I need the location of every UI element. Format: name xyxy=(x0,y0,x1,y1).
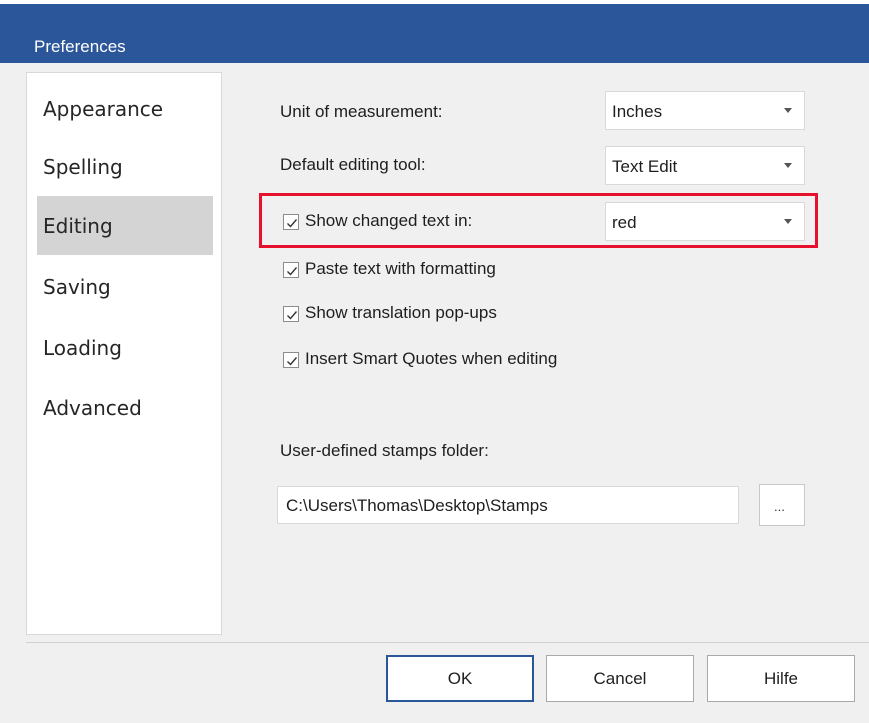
sidebar-item-label: Saving xyxy=(43,275,111,299)
chevron-down-icon xyxy=(784,163,792,168)
tool-select-value: Text Edit xyxy=(612,157,678,176)
browse-button-label: ... xyxy=(774,499,785,514)
sidebar-item-label: Loading xyxy=(43,336,122,360)
checkbox-checked[interactable] xyxy=(283,306,299,322)
footer-divider xyxy=(26,642,869,643)
stamps-folder-input[interactable]: C:\Users\Thomas\Desktop\Stamps xyxy=(277,486,739,524)
unit-label: Unit of measurement: xyxy=(280,102,443,121)
translation-popups-checkbox[interactable]: Show translation pop-ups xyxy=(283,303,583,327)
preferences-dialog: Preferences Appearance Spelling Editing … xyxy=(0,0,869,723)
sidebar-item-label: Advanced xyxy=(43,396,142,420)
checkmark-icon xyxy=(287,219,298,228)
changed-text-color-value: red xyxy=(612,213,637,232)
sidebar-item-loading[interactable]: Loading xyxy=(37,318,213,377)
stamps-folder-label: User-defined stamps folder: xyxy=(280,441,489,460)
smart-quotes-checkbox[interactable]: Insert Smart Quotes when editing xyxy=(283,349,643,373)
checkmark-icon xyxy=(287,357,298,366)
paste-formatting-label: Paste text with formatting xyxy=(305,259,496,278)
chevron-down-icon xyxy=(784,108,792,113)
ok-button[interactable]: OK xyxy=(386,655,534,702)
chevron-down-icon xyxy=(784,219,792,224)
tool-select[interactable]: Text Edit xyxy=(605,146,805,185)
checkbox-checked[interactable] xyxy=(283,352,299,368)
unit-select-value: Inches xyxy=(612,102,663,121)
sidebar-item-advanced[interactable]: Advanced xyxy=(37,378,213,437)
stamps-folder-value: C:\Users\Thomas\Desktop\Stamps xyxy=(286,496,548,515)
show-changed-text-label: Show changed text in: xyxy=(305,211,473,230)
changed-text-color-select[interactable]: red xyxy=(605,202,805,241)
sidebar-item-label: Spelling xyxy=(43,155,123,179)
help-button[interactable]: Hilfe xyxy=(707,655,855,702)
checkbox-checked[interactable] xyxy=(283,262,299,278)
paste-formatting-checkbox[interactable]: Paste text with formatting xyxy=(283,259,583,283)
dialog-title: Preferences xyxy=(34,37,126,56)
checkbox-checked[interactable] xyxy=(283,214,299,230)
translation-popups-label: Show translation pop-ups xyxy=(305,303,497,322)
sidebar-item-spelling[interactable]: Spelling xyxy=(37,137,213,196)
sidebar-item-editing[interactable]: Editing xyxy=(37,196,213,255)
sidebar-item-label: Editing xyxy=(43,214,113,238)
show-changed-text-checkbox[interactable]: Show changed text in: xyxy=(283,211,583,235)
smart-quotes-label: Insert Smart Quotes when editing xyxy=(305,349,558,368)
sidebar: Appearance Spelling Editing Saving Loadi… xyxy=(26,72,222,635)
cancel-button[interactable]: Cancel xyxy=(546,655,694,702)
checkmark-icon xyxy=(287,267,298,276)
title-bar: Preferences xyxy=(0,4,869,63)
unit-select[interactable]: Inches xyxy=(605,91,805,130)
sidebar-item-saving[interactable]: Saving xyxy=(37,257,213,316)
checkmark-icon xyxy=(287,311,298,320)
sidebar-item-appearance[interactable]: Appearance xyxy=(37,79,213,138)
tool-label: Default editing tool: xyxy=(280,155,426,174)
browse-folder-button[interactable]: ... xyxy=(759,484,805,526)
sidebar-item-label: Appearance xyxy=(43,97,164,121)
